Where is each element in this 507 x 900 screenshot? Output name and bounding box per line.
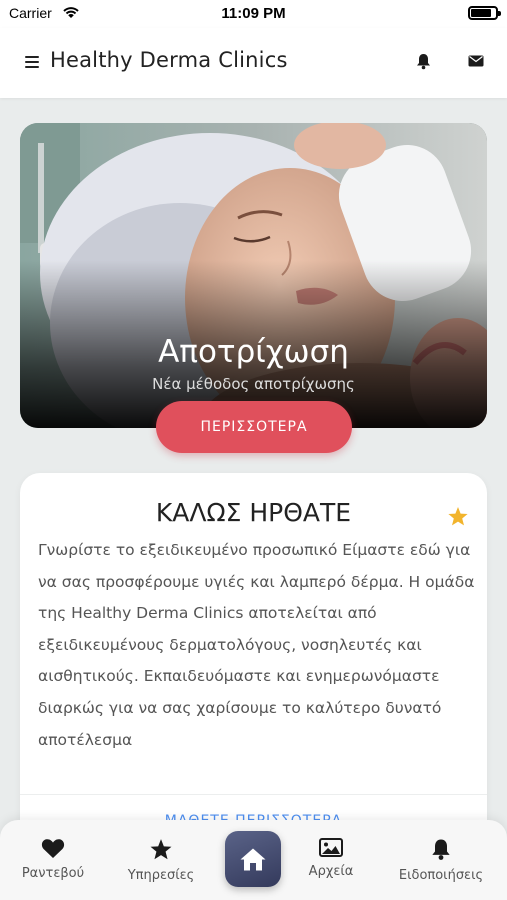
bottom-nav: Ραντεβού Υπηρεσίες Αρχεία Ειδοποιήσεις — [0, 820, 507, 900]
image-icon — [319, 838, 343, 857]
battery-level — [471, 9, 491, 17]
hero-subtitle: Νέα μέθοδος αποτρίχωσης — [152, 375, 355, 393]
nav-label-appointments: Ραντεβού — [21, 866, 85, 881]
divider — [20, 794, 487, 795]
welcome-body: Γνωρίστε το εξειδικευμένο προσωπικό Είμα… — [38, 541, 475, 749]
nav-label-files: Αρχεία — [308, 864, 354, 879]
nav-item-home[interactable] — [225, 831, 281, 887]
nav-item-appointments[interactable]: Ραντεβού — [3, 838, 103, 881]
nav-label-services: Υπηρεσίες — [127, 868, 195, 883]
star-icon[interactable] — [447, 506, 469, 527]
status-bar: Carrier 11:09 PM — [0, 0, 507, 28]
status-time: 11:09 PM — [221, 5, 286, 22]
app-header: Healthy Derma Clinics — [0, 28, 507, 98]
battery-icon — [468, 6, 501, 20]
menu-icon[interactable] — [25, 56, 39, 68]
nav-item-services[interactable]: Υπηρεσίες — [111, 838, 211, 883]
nav-item-files[interactable]: Αρχεία — [281, 838, 381, 879]
hero-card[interactable]: Αποτρίχωση Νέα μέθοδος αποτρίχωσης — [20, 123, 487, 428]
app-title: Healthy Derma Clinics — [50, 48, 288, 72]
welcome-title: ΚΑΛΩΣ ΗΡΘΑΤΕ — [155, 498, 352, 527]
more-button[interactable]: ΠΕΡΙΣΣΟΤΕΡΑ — [156, 401, 352, 453]
nav-label-notifications: Ειδοποιήσεις — [398, 868, 484, 883]
nav-item-notifications[interactable]: Ειδοποιήσεις — [391, 838, 491, 883]
bell-icon[interactable] — [416, 53, 431, 70]
star-icon — [150, 839, 172, 860]
hero-title: Αποτρίχωση — [158, 334, 349, 370]
mail-icon[interactable] — [468, 55, 484, 67]
home-icon — [240, 848, 266, 870]
heart-icon — [41, 839, 65, 858]
bell-icon — [432, 839, 450, 860]
